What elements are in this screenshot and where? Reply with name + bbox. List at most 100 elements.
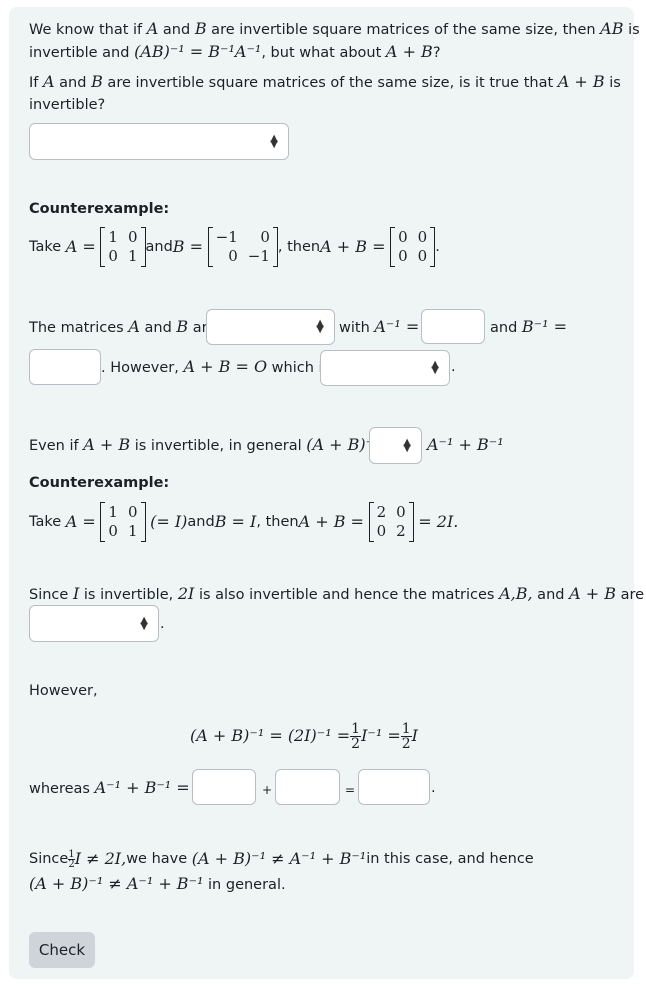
whereas-sentence: whereas A⁻¹ + B⁻¹ = <box>29 778 190 799</box>
text: . However, <box>101 360 184 376</box>
text: . <box>435 239 440 255</box>
however-sentence: . However, A + B = O which is <box>101 357 330 378</box>
matrix-sum: 2002 <box>368 502 414 542</box>
text: and <box>532 587 570 603</box>
matrix-entry: 0 <box>108 522 118 540</box>
conclusion-line-1: Since 12 I ≠ 2I, we have (A + B)⁻¹ ≠ A⁻¹… <box>29 849 534 869</box>
B-inverse-input[interactable] <box>29 349 101 385</box>
text: Since <box>29 587 73 603</box>
math: (A + B)⁻¹ = (2I)⁻¹ = <box>190 726 351 745</box>
text: in this case, and hence <box>366 851 534 867</box>
select-arrows-icon: ▲ ▼ <box>270 132 278 150</box>
math: A + B = <box>320 237 386 256</box>
A-inverse-sum-input[interactable] <box>192 769 256 805</box>
text: Take <box>29 239 62 255</box>
text: are invertible square matrices of the sa… <box>206 22 601 38</box>
text: Even if <box>29 438 84 454</box>
conclusion-line-2: (A + B)⁻¹ ≠ A⁻¹ + B⁻¹ in general. <box>29 874 286 895</box>
comparison-select[interactable]: ▲ ▼ <box>369 427 422 464</box>
math: A + B = <box>298 512 364 531</box>
math: A + B <box>83 435 131 454</box>
A-inverse-input[interactable] <box>421 309 485 344</box>
matrix-B: −1 0 0 −1 <box>207 227 278 267</box>
matrix-entry: 2 <box>396 522 406 540</box>
matrix-entry: −1 <box>247 247 270 265</box>
math: = 2I. <box>418 512 459 531</box>
matrix-A: 1001 <box>100 502 146 542</box>
math: B = <box>172 237 204 256</box>
text: , then <box>277 239 321 255</box>
text: and <box>158 22 195 38</box>
sum-result-input[interactable] <box>358 769 430 805</box>
matrix-A: 1001 <box>100 227 146 267</box>
matrix-entry: 1 <box>108 228 118 246</box>
math: B <box>176 317 189 336</box>
question-line-1: If A and B are invertible square matrice… <box>29 72 621 93</box>
text: is invertible, in general <box>130 438 307 454</box>
math: B⁻¹ = <box>521 317 567 336</box>
math: A + B <box>569 584 616 603</box>
select-arrows-icon: ▲ ▼ <box>403 436 411 454</box>
math: A <box>128 317 140 336</box>
math: A⁻¹ = <box>374 317 420 336</box>
text: with <box>339 320 375 336</box>
matrix-entry: 0 <box>108 247 118 265</box>
text: and <box>490 320 522 336</box>
counterexample-heading-1: Counterexample: <box>29 201 170 217</box>
math: (A + B)⁻¹ ≠ A⁻¹ + B⁻¹ <box>191 849 367 868</box>
even-if-sentence: Even if A + B is invertible, in general … <box>29 435 380 456</box>
text: and <box>139 320 177 336</box>
check-button[interactable]: Check <box>29 932 95 968</box>
fraction-half: 12 <box>350 722 362 752</box>
math: A + B <box>557 72 605 91</box>
text: in general. <box>203 877 286 893</box>
text: we have <box>126 851 188 867</box>
sum-property-select[interactable]: ▲ ▼ <box>320 350 450 386</box>
math: (= I) <box>150 512 188 531</box>
math: (A + B)⁻¹ ≠ A⁻¹ + B⁻¹ <box>29 874 204 893</box>
matrices-sentence-1: The matrices A and B are <box>29 317 216 338</box>
math: A <box>43 72 55 91</box>
text: is <box>604 75 621 91</box>
matrix-sum: 0000 <box>390 227 436 267</box>
matrix-entry: 0 <box>127 228 138 246</box>
since-I-sentence: Since I is invertible, 2I is also invert… <box>29 584 646 605</box>
matrix-entry: 1 <box>127 247 138 265</box>
counterexample-2-line: Take A = 1001 (= I) and B = I, then A + … <box>29 497 458 547</box>
text: We know that if <box>29 22 147 38</box>
matrix-entry: 1 <box>108 503 118 521</box>
matrix-entry: 0 <box>398 228 408 246</box>
math: I <box>411 726 418 745</box>
math: B = I <box>214 512 257 531</box>
math: I ≠ 2I, <box>74 849 127 868</box>
math: I⁻¹ = <box>361 726 401 745</box>
and-B-inverse: and B⁻¹ = <box>490 317 567 338</box>
math: (AB)⁻¹ = B⁻¹A⁻¹ <box>134 42 262 61</box>
denominator: 2 <box>351 735 361 752</box>
question-line-2: invertible? <box>29 97 106 113</box>
text: whereas <box>29 781 95 797</box>
counterexample-heading-2: Counterexample: <box>29 475 170 491</box>
math: A⁻¹ + B⁻¹ = <box>94 778 190 797</box>
math: A = <box>65 512 96 531</box>
text: is also invertible and hence the matrice… <box>194 587 500 603</box>
numerator: 1 <box>400 720 412 737</box>
math: A + B = O <box>183 357 268 376</box>
counterexample-1-line: Take A = 1001 and B = −1 0 0 −1 , then A + … <box>29 222 440 272</box>
select-arrows-icon: ▲ ▼ <box>431 359 439 376</box>
matrix-entry: 0 <box>376 522 387 540</box>
B-inverse-sum-input[interactable] <box>275 769 340 805</box>
fraction-half: 12 <box>400 720 412 752</box>
math: B <box>91 72 103 91</box>
text: Since <box>29 851 69 867</box>
math: A,B, <box>499 584 533 603</box>
text: The matrices <box>29 320 129 336</box>
invertible-answer-select[interactable]: ▲ ▼ <box>29 123 289 160</box>
text: are all <box>620 587 646 603</box>
matrix-entry: 2 <box>376 503 387 521</box>
all-property-select[interactable]: ▲ ▼ <box>29 605 159 642</box>
text: , but what about <box>261 45 386 61</box>
text: and <box>187 514 215 530</box>
denominator: 2 <box>401 735 411 752</box>
matrices-property-select[interactable]: ▲ ▼ <box>206 309 335 345</box>
